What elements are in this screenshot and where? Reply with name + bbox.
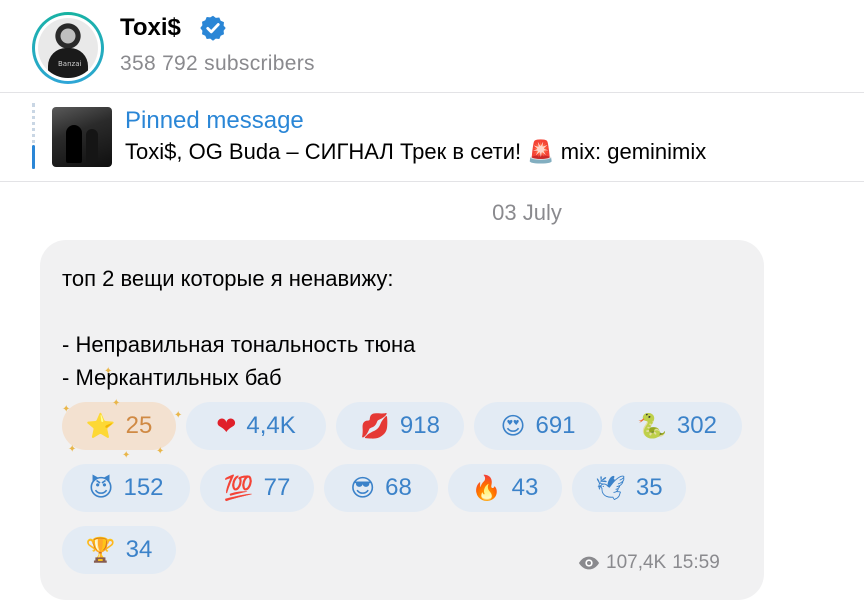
pinned-label: Pinned message — [125, 107, 304, 134]
reaction-count: 152 — [123, 474, 164, 501]
reaction-count: 35 — [635, 474, 663, 501]
pinned-thumbnail — [52, 107, 112, 167]
kiss-icon: 💋 — [360, 412, 390, 440]
reaction-count: 302 — [676, 412, 717, 439]
reaction-heart-eyes[interactable]: 😍 691 — [474, 402, 602, 450]
avatar-logo-text: Banzai — [58, 60, 82, 68]
channel-header[interactable]: Banzai Toxi$ 358 792 subscribers — [0, 0, 864, 92]
message-time: 15:59 — [672, 552, 720, 573]
reaction-heart[interactable]: ❤ 4,4K — [186, 402, 326, 450]
channel-title: Toxi$ — [120, 14, 181, 41]
reaction-dove[interactable]: 🕊 35 — [572, 464, 686, 512]
pinned-message-bar[interactable]: Pinned message Toxi$, OG Buda – СИГНАЛ Т… — [0, 93, 864, 181]
heart-eyes-icon: 😍 — [500, 412, 526, 440]
reaction-trophy[interactable]: 🏆 34 — [62, 526, 176, 574]
trophy-icon: 🏆 — [85, 536, 116, 564]
date-separator: 03 July — [492, 200, 562, 225]
reaction-count: 77 — [263, 474, 291, 501]
sunglasses-icon: 😎 — [350, 474, 376, 502]
devil-icon: 😈 — [88, 474, 114, 502]
dove-icon: 🕊 — [595, 474, 626, 502]
fire-icon: 🔥 — [471, 474, 502, 502]
reaction-count: 691 — [535, 412, 576, 439]
reaction-devil[interactable]: 😈 152 — [62, 464, 190, 512]
reaction-fire[interactable]: 🔥 43 — [448, 464, 562, 512]
reaction-count: 25 — [125, 412, 153, 439]
view-count: 107,4K — [606, 552, 667, 573]
reaction-count: 34 — [125, 536, 153, 563]
reaction-kiss[interactable]: 💋 918 — [336, 402, 464, 450]
pinned-indicator-active — [32, 145, 35, 169]
hundred-icon: 💯 — [223, 474, 254, 502]
reaction-sunglasses[interactable]: 😎 68 — [324, 464, 438, 512]
pinned-text: Toxi$, OG Buda – СИГНАЛ Трек в сети! 🚨 m… — [125, 139, 707, 164]
reaction-count: 43 — [511, 474, 539, 501]
star-icon: ⭐ — [85, 412, 116, 440]
reaction-count: 4,4K — [246, 412, 296, 439]
reaction-count: 918 — [399, 412, 440, 439]
views-eye-icon — [578, 556, 600, 570]
reaction-hundred[interactable]: 💯 77 — [200, 464, 314, 512]
heart-icon: ❤ — [216, 412, 237, 440]
channel-avatar[interactable]: Banzai — [32, 12, 104, 84]
snake-icon: 🐍 — [637, 412, 667, 440]
message-meta: 107,4K 15:59 — [578, 552, 720, 574]
reaction-count: 68 — [385, 474, 412, 501]
verified-badge-icon — [200, 15, 226, 41]
reaction-star[interactable]: ⭐ 25 — [62, 402, 176, 450]
message-text: топ 2 вещи которые я ненавижу: - Неправи… — [62, 266, 416, 390]
reaction-snake[interactable]: 🐍 302 — [612, 402, 742, 450]
subscriber-count: 358 792 subscribers — [120, 52, 315, 75]
